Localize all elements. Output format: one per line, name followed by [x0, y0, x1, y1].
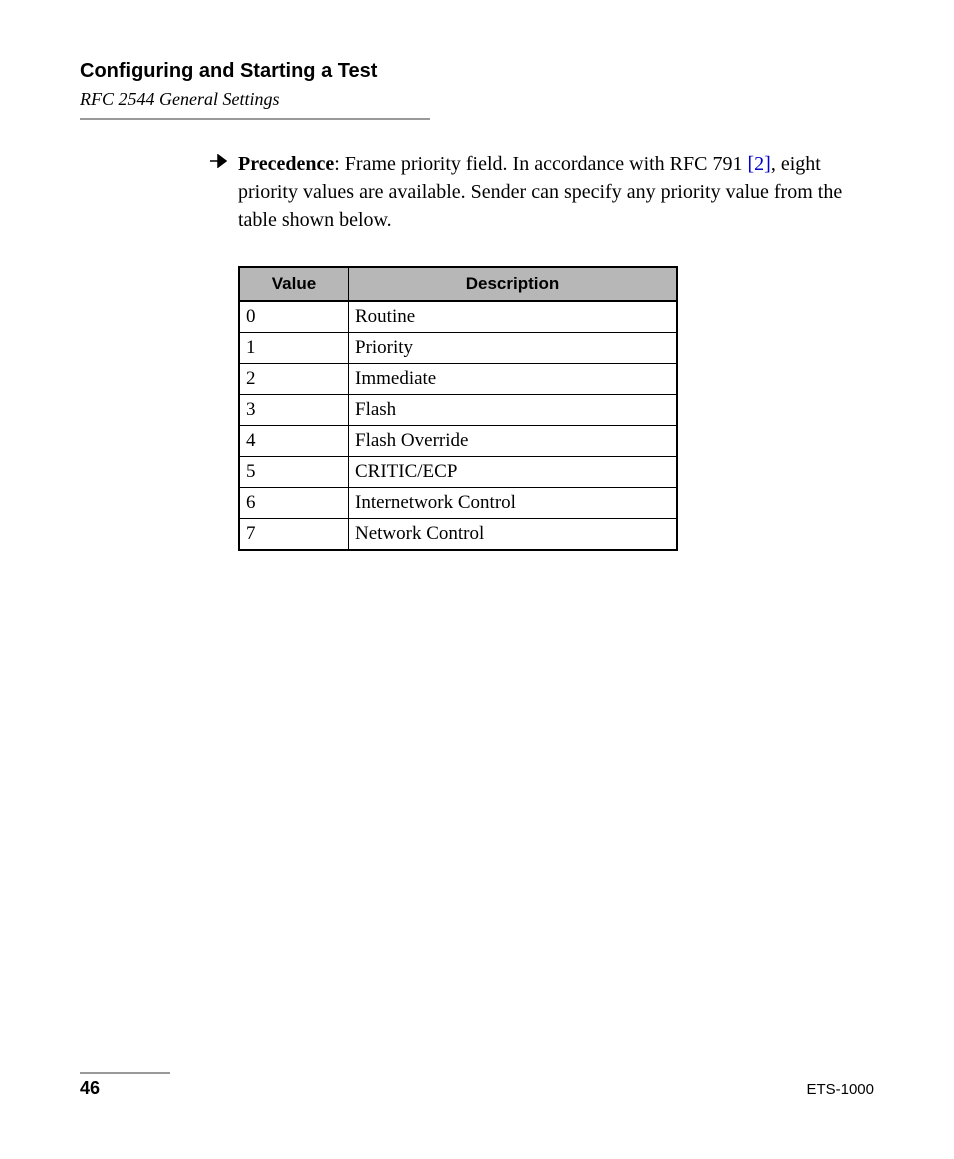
cell-description: Flash Override	[349, 426, 678, 457]
col-header-value: Value	[239, 267, 349, 301]
cell-description: Immediate	[349, 364, 678, 395]
section-title: Configuring and Starting a Test	[80, 60, 874, 83]
bullet-arrow-icon	[210, 154, 232, 173]
device-model: ETS-1000	[806, 1081, 874, 1098]
precedence-paragraph: Precedence: Frame priority field. In acc…	[238, 150, 854, 234]
table-row: 1 Priority	[239, 333, 677, 364]
cell-value: 5	[239, 457, 349, 488]
table-row: 4 Flash Override	[239, 426, 677, 457]
cell-description: Flash	[349, 395, 678, 426]
cell-description: Internetwork Control	[349, 488, 678, 519]
para-before-ref: : Frame priority field. In accordance wi…	[334, 153, 747, 175]
footer-rule	[80, 1072, 170, 1074]
cell-value: 4	[239, 426, 349, 457]
table-row: 5 CRITIC/ECP	[239, 457, 677, 488]
cell-description: CRITIC/ECP	[349, 457, 678, 488]
table-row: 6 Internetwork Control	[239, 488, 677, 519]
cell-value: 6	[239, 488, 349, 519]
table-row: 7 Network Control	[239, 519, 677, 551]
table-row: 2 Immediate	[239, 364, 677, 395]
term-label: Precedence	[238, 153, 334, 175]
cell-value: 3	[239, 395, 349, 426]
table-row: 3 Flash	[239, 395, 677, 426]
header-rule	[80, 118, 430, 120]
precedence-table: Value Description 0 Routine 1 Priority 2	[238, 266, 678, 551]
cell-description: Routine	[349, 301, 678, 333]
cell-description: Network Control	[349, 519, 678, 551]
cell-value: 7	[239, 519, 349, 551]
table-header-row: Value Description	[239, 267, 677, 301]
cell-value: 2	[239, 364, 349, 395]
col-header-description: Description	[349, 267, 678, 301]
subsection-title: RFC 2544 General Settings	[80, 89, 874, 110]
table-row: 0 Routine	[239, 301, 677, 333]
reference-link[interactable]: [2]	[747, 153, 770, 175]
cell-value: 0	[239, 301, 349, 333]
page-number: 46	[80, 1078, 100, 1099]
cell-description: Priority	[349, 333, 678, 364]
cell-value: 1	[239, 333, 349, 364]
